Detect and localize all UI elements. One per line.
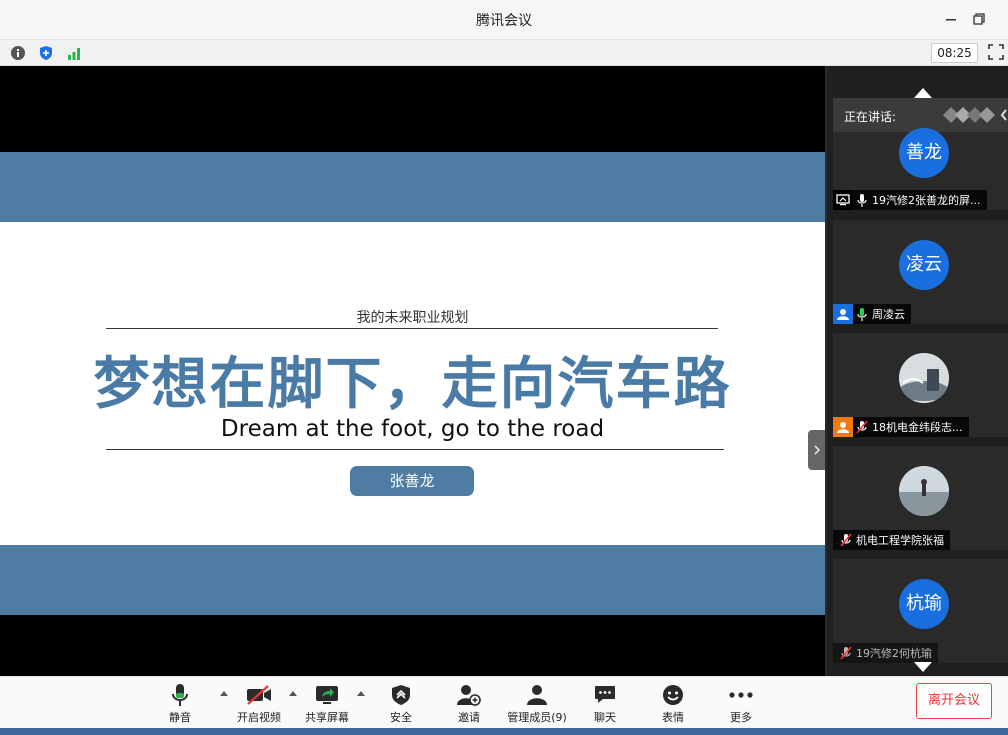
slide-title: 梦想在脚下，走向汽车路 bbox=[93, 352, 732, 417]
microphone-icon bbox=[855, 190, 869, 210]
mute-label: 静音 bbox=[169, 711, 191, 724]
speaking-avatars-icon bbox=[943, 107, 995, 123]
add-user-icon bbox=[437, 682, 501, 708]
microphone-muted-icon bbox=[839, 530, 853, 550]
minimize-icon bbox=[946, 19, 956, 21]
share-screen-button[interactable]: 共享屏幕 bbox=[295, 682, 359, 726]
scroll-up-icon[interactable] bbox=[914, 88, 932, 98]
chevron-right-icon bbox=[813, 445, 820, 455]
participant-name: 19汽修2何杭瑜 bbox=[856, 647, 932, 660]
start-video-button[interactable]: 开启视频 bbox=[227, 682, 291, 726]
now-speaking-label: 正在讲话: bbox=[844, 110, 897, 124]
fullscreen-icon bbox=[988, 44, 1004, 60]
participant-name: 19汽修2张善龙的屏... bbox=[872, 194, 981, 207]
participant-tile[interactable]: 机电工程学院张福 bbox=[833, 446, 1008, 550]
security-label: 安全 bbox=[390, 711, 412, 724]
minimize-button[interactable] bbox=[940, 8, 962, 30]
manage-members-button[interactable]: 管理成员(9) bbox=[504, 682, 570, 726]
avatar-photo bbox=[899, 353, 949, 403]
more-icon bbox=[709, 682, 773, 708]
leave-meeting-button[interactable]: 离开会议 bbox=[916, 683, 992, 719]
window-title: 腾讯会议 bbox=[476, 13, 532, 29]
title-bar: 腾讯会议 bbox=[0, 0, 1008, 40]
slide-english-title: Dream at the foot, go to the road bbox=[220, 416, 605, 442]
participant-name: 18机电金纬段志... bbox=[872, 421, 963, 434]
slide-top-band bbox=[0, 152, 825, 222]
security-button[interactable]: 安全 bbox=[369, 682, 433, 726]
avatar-photo bbox=[899, 466, 949, 516]
chevron-left-icon[interactable] bbox=[1000, 109, 1008, 121]
slide-subtitle: 我的未来职业规划 bbox=[356, 310, 469, 326]
invite-button[interactable]: 邀请 bbox=[437, 682, 501, 726]
scroll-down-icon[interactable] bbox=[914, 662, 932, 672]
participant-label: 周凌云 bbox=[833, 304, 911, 324]
participant-tile[interactable]: 18机电金纬段志... bbox=[833, 333, 1008, 437]
share-screen-label: 共享屏幕 bbox=[305, 711, 349, 724]
participant-tile[interactable]: 杭瑜 19汽修2何杭瑜 bbox=[833, 559, 1008, 663]
microphone-muted-icon bbox=[855, 417, 869, 437]
reactions-label: 表情 bbox=[662, 711, 684, 724]
share-screen-icon bbox=[295, 682, 359, 708]
invite-label: 邀请 bbox=[458, 711, 480, 724]
meeting-timer: 08:25 bbox=[931, 43, 978, 63]
fullscreen-button[interactable] bbox=[988, 44, 1008, 64]
slide-bottom-band bbox=[0, 545, 825, 615]
participant-tile[interactable]: 善龙 19汽修2张善龙的屏... bbox=[833, 128, 1008, 210]
emoji-icon bbox=[641, 682, 705, 708]
video-off-icon bbox=[227, 682, 291, 708]
shield-icon bbox=[369, 682, 433, 708]
divider bbox=[106, 328, 718, 329]
manage-members-label: 管理成员(9) bbox=[507, 711, 567, 724]
mute-button[interactable]: 静音 bbox=[148, 682, 212, 726]
participant-label: 19汽修2张善龙的屏... bbox=[833, 190, 987, 210]
user-icon bbox=[833, 304, 853, 324]
signal-strength-icon[interactable] bbox=[65, 44, 83, 62]
participant-label: 机电工程学院张福 bbox=[833, 530, 950, 550]
restore-button[interactable] bbox=[968, 8, 990, 30]
chat-icon bbox=[573, 682, 637, 708]
microphone-active-icon bbox=[855, 304, 869, 324]
members-icon bbox=[504, 682, 570, 708]
chat-button[interactable]: 聊天 bbox=[573, 682, 637, 726]
share-options-caret[interactable] bbox=[357, 691, 365, 696]
user-icon bbox=[833, 417, 853, 437]
chat-label: 聊天 bbox=[594, 711, 616, 724]
security-shield-icon[interactable] bbox=[37, 44, 55, 62]
reactions-button[interactable]: 表情 bbox=[641, 682, 705, 726]
shared-screen-area: 我的未来职业规划 梦想在脚下，走向汽车路 Dream at the foot, … bbox=[0, 66, 825, 676]
divider bbox=[106, 449, 724, 450]
screen-share-icon bbox=[833, 190, 853, 210]
restore-icon bbox=[973, 13, 985, 25]
avatar: 杭瑜 bbox=[899, 579, 949, 629]
microphone-muted-icon bbox=[839, 643, 853, 663]
collapse-sidebar-button[interactable] bbox=[808, 430, 825, 470]
info-icon[interactable] bbox=[9, 44, 27, 62]
participant-name: 机电工程学院张福 bbox=[856, 534, 944, 547]
more-label: 更多 bbox=[730, 711, 752, 724]
microphone-icon bbox=[148, 682, 212, 708]
now-speaking-bar: 正在讲话: bbox=[833, 98, 1008, 132]
participant-tile[interactable]: 凌云 周凌云 bbox=[833, 220, 1008, 324]
more-button[interactable]: 更多 bbox=[709, 682, 773, 726]
presenter-name-badge: 张善龙 bbox=[350, 466, 474, 496]
meeting-toolbar: 静音 开启视频 共享屏幕 安全 邀请 管理成员(9) 聊天 表情 更多 bbox=[0, 676, 1008, 728]
start-video-label: 开启视频 bbox=[237, 711, 281, 724]
avatar: 凌云 bbox=[899, 240, 949, 290]
avatar: 善龙 bbox=[899, 128, 949, 178]
participant-label: 19汽修2何杭瑜 bbox=[833, 643, 938, 663]
participant-label: 18机电金纬段志... bbox=[833, 417, 969, 437]
os-taskbar bbox=[0, 728, 1008, 735]
meeting-status-bar: 08:25 bbox=[0, 40, 1008, 66]
participant-name: 周凌云 bbox=[872, 308, 905, 321]
